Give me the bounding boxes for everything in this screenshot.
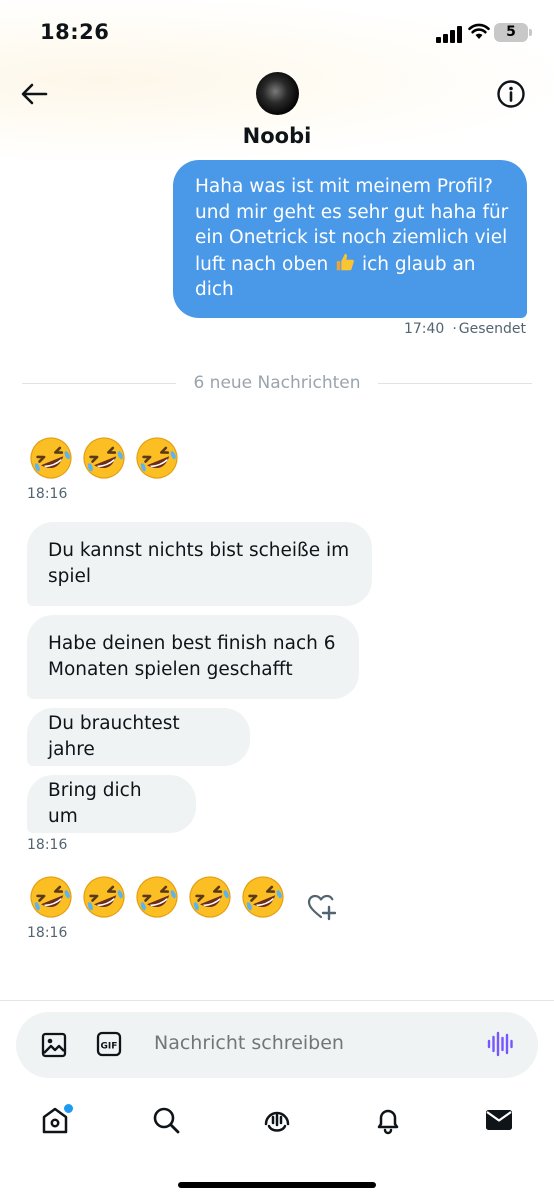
contact-avatar[interactable]	[256, 72, 299, 115]
info-icon[interactable]	[495, 78, 527, 110]
contact-name[interactable]: Noobi	[0, 124, 554, 148]
message-text: Habe deinen best finish nach 6	[48, 633, 336, 654]
message-time: 18:16	[27, 486, 68, 502]
rofl-emoji-icon	[134, 874, 180, 924]
image-icon[interactable]	[40, 1031, 68, 1059]
message-time: 18:16	[27, 837, 68, 853]
message-text: spiel	[48, 566, 92, 587]
message-time: 18:16	[27, 925, 68, 941]
received-message-bubble[interactable]: Habe deinen best finish nach 6 Monaten sp…	[27, 615, 359, 699]
received-message-bubble[interactable]: Du brauchtest jahre	[27, 708, 250, 766]
message-text: dich	[195, 279, 234, 300]
rofl-emoji-icon	[28, 874, 74, 924]
status-time: 18:26	[40, 20, 110, 44]
sent-message-bubble[interactable]: Haha was ist mit meinem Profil? und mir …	[173, 160, 527, 318]
received-message-bubble[interactable]: Du kannst nichts bist scheiße im spiel	[27, 522, 372, 606]
rofl-emoji-icon	[28, 435, 74, 485]
rofl-emoji-icon	[240, 874, 286, 924]
thumbs-up-emoji-icon	[336, 253, 354, 270]
message-text: und mir geht es sehr gut haha für	[195, 201, 509, 223]
message-status: Gesendet	[458, 321, 526, 337]
composer-divider	[0, 1000, 554, 1001]
message-text: Haha was ist mit meinem Profil?	[195, 176, 493, 197]
svg-text:GIF: GIF	[101, 1042, 118, 1052]
received-message-bubble[interactable]: Bring dich um	[27, 775, 196, 833]
search-icon[interactable]	[151, 1105, 181, 1135]
voice-wave-icon[interactable]	[486, 1030, 514, 1058]
back-arrow-icon[interactable]	[18, 78, 50, 110]
rofl-emoji-icon	[134, 435, 180, 485]
sent-message-meta: 17:40 · Gesendet	[403, 321, 526, 337]
home-indicator	[178, 1182, 376, 1188]
cellular-signal-icon	[436, 25, 464, 43]
message-text: Du kannst nichts bist scheiße im	[48, 540, 350, 561]
battery-tip	[529, 29, 532, 36]
rofl-emoji-icon	[81, 874, 127, 924]
message-input[interactable]	[154, 1032, 454, 1054]
message-text: Monaten spielen geschafft	[48, 659, 293, 680]
emoji-message[interactable]	[28, 435, 180, 485]
rofl-emoji-icon	[187, 874, 233, 924]
message-text: luft nach oben	[195, 253, 329, 275]
messages-icon[interactable]	[484, 1105, 514, 1135]
wifi-icon	[468, 23, 490, 39]
message-text: ich glaub an	[361, 253, 476, 275]
gif-icon[interactable]: GIF	[96, 1031, 122, 1057]
rofl-emoji-icon	[81, 435, 127, 485]
notifications-icon[interactable]	[373, 1105, 403, 1135]
status-bar: 18:26 5	[0, 0, 554, 66]
message-text: ein Onetrick ist noch ziemlich viel	[195, 227, 508, 248]
message-time: 17:40	[403, 321, 445, 337]
battery-indicator: 5	[494, 23, 528, 42]
message-text: Bring dich um	[48, 780, 142, 827]
emoji-message[interactable]	[28, 874, 286, 924]
spaces-icon[interactable]	[262, 1105, 292, 1135]
message-text-line: luft nach oben ich glaub an	[195, 251, 527, 278]
new-messages-divider: 6 neue Nachrichten	[193, 373, 361, 393]
heart-plus-icon[interactable]	[306, 893, 336, 921]
message-text: Du brauchtest jahre	[48, 713, 180, 760]
notification-dot	[62, 1102, 75, 1115]
